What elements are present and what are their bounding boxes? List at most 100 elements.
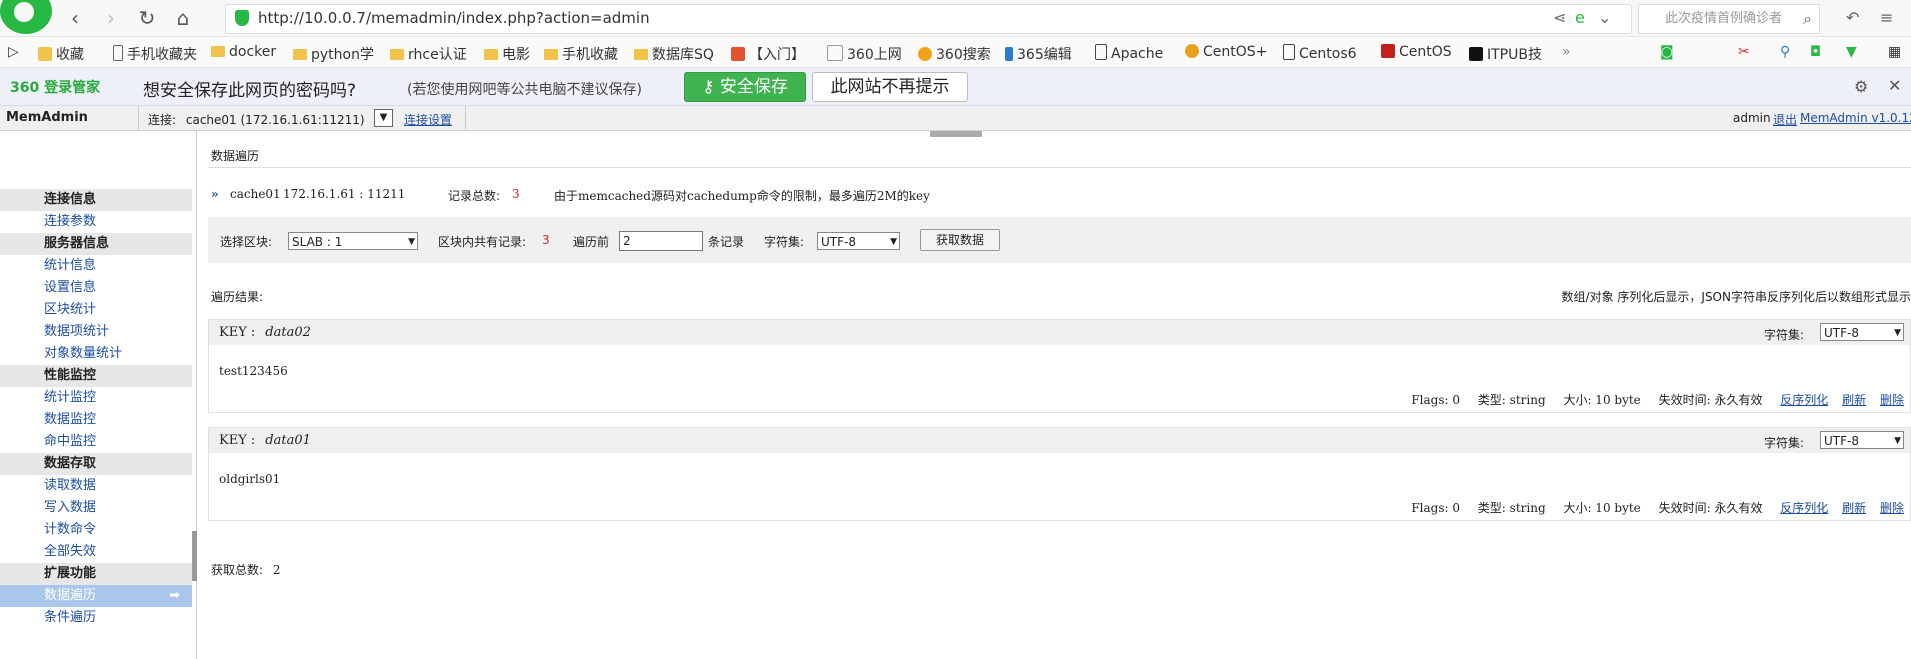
sidebar-item-flush-all[interactable]: 全部失效 <box>0 541 192 563</box>
sidebar-item-slab-stats[interactable]: 区块统计 <box>0 299 192 321</box>
main-panel: 数据遍历 » cache01 172.16.1.61 : 11211 记录总数:… <box>198 131 1911 659</box>
reload-icon[interactable]: ↻ <box>134 6 160 30</box>
shield-check-icon[interactable]: ▼ <box>1846 44 1857 60</box>
key-charset-select[interactable]: UTF-8 ▼ <box>1820 431 1904 449</box>
site-icon <box>731 47 745 61</box>
folder-icon <box>390 49 404 60</box>
sidebar-item-read-data[interactable]: 读取数据 <box>0 475 192 497</box>
site-icon <box>1283 44 1295 60</box>
key-card-header: KEY : data01 字符集: UTF-8 ▼ <box>209 428 1910 453</box>
folder-icon <box>544 49 558 60</box>
key-value: test123456 <box>219 364 288 378</box>
magnifier-icon[interactable]: ⚲ <box>1780 44 1790 60</box>
key-type: 类型: string <box>1477 501 1546 515</box>
browser-logo-icon[interactable] <box>0 0 52 34</box>
version-link[interactable]: MemAdmin v1.0.12 <box>1800 111 1911 125</box>
key-charset-label: 字符集: <box>1763 436 1804 450</box>
home-icon[interactable]: ⌂ <box>170 6 196 30</box>
undo-icon[interactable]: ↶ <box>1846 8 1859 27</box>
sidebar-item-data-monitor[interactable]: 数据监控 <box>0 409 192 431</box>
bookmark-folder[interactable]: 数据库SQ <box>634 44 714 64</box>
search-icon[interactable]: ⌕ <box>1803 9 1812 29</box>
refresh-link[interactable]: 刷新 <box>1842 393 1866 407</box>
bookmark-item[interactable]: Centos6 <box>1283 44 1357 62</box>
sidebar-toggle-icon[interactable]: ▷ <box>8 44 19 60</box>
chevron-down-icon: ▼ <box>890 237 897 247</box>
secure-shield-icon <box>235 10 249 26</box>
fetched-total-count: 2 <box>272 563 281 577</box>
search-placeholder: 此次疫情首例确诊者 <box>1665 11 1783 26</box>
key-charset-select[interactable]: UTF-8 ▼ <box>1820 323 1904 341</box>
unserialize-link[interactable]: 反序列化 <box>1780 393 1828 407</box>
scissors-icon[interactable]: ✂ <box>1738 44 1750 60</box>
sidebar-item-hit-monitor[interactable]: 命中监控 <box>0 431 192 453</box>
bookmark-folder[interactable]: 手机收藏 <box>544 44 618 64</box>
chevron-down-icon[interactable]: ⌄ <box>1598 8 1611 27</box>
sidebar-item-stat-monitor[interactable]: 统计监控 <box>0 387 192 409</box>
traverse-count-input[interactable]: 2 <box>619 231 703 251</box>
bookmark-folder[interactable]: 电影 <box>484 44 530 64</box>
key-meta: Flags: 0 类型: string 大小: 10 byte 失效时间: 永久… <box>1397 391 1904 408</box>
sidebar-item-data-traverse[interactable]: 数据遍历 ➡ <box>0 585 192 607</box>
traverse-first-label: 遍历前 <box>573 235 610 249</box>
ie-mode-icon[interactable]: e <box>1575 8 1585 27</box>
connection-settings-link[interactable]: 连接设置 <box>404 111 452 128</box>
sidebar-item-settings[interactable]: 设置信息 <box>0 277 192 299</box>
chevron-down-icon: ▼ <box>408 237 415 247</box>
refresh-link[interactable]: 刷新 <box>1842 501 1866 515</box>
bookmark-folder[interactable]: docker <box>211 44 276 60</box>
fetch-data-button[interactable]: 获取数据 <box>920 229 1000 251</box>
game-icon[interactable]: ◘ <box>1810 44 1821 60</box>
bookmark-item[interactable]: 收藏 <box>38 44 84 64</box>
sidebar-section-title: 扩展功能 <box>0 563 192 585</box>
chat-icon[interactable]: ◙ <box>1660 44 1674 60</box>
records-total-count: 3 <box>512 187 520 201</box>
search-box[interactable]: 此次疫情首例确诊者 <box>1638 4 1820 34</box>
never-show-button[interactable]: 此网站不再提示 <box>812 72 968 102</box>
server-name: cache01 <box>230 187 281 201</box>
app-header: MemAdmin 连接: cache01 (172.16.1.61:11211)… <box>0 106 1911 131</box>
back-icon[interactable]: ‹ <box>62 6 88 30</box>
forward-icon[interactable]: › <box>98 6 124 30</box>
bookmark-item[interactable]: 365编辑 <box>1005 44 1072 64</box>
sidebar-item-write-data[interactable]: 写入数据 <box>0 497 192 519</box>
close-icon[interactable]: ✕ <box>1888 76 1901 95</box>
sidebar-item-counter[interactable]: 计数命令 <box>0 519 192 541</box>
bookmark-item[interactable]: 360上网 <box>827 44 902 64</box>
page-icon <box>827 45 843 61</box>
sidebar-item-conditional-traverse[interactable]: 条件遍历 <box>0 607 192 629</box>
safe-save-button[interactable]: ⚷ 安全保存 <box>684 72 806 102</box>
sidebar-item-object-count[interactable]: 对象数量统计 <box>0 343 192 365</box>
sidebar-scrollbar[interactable] <box>192 531 197 581</box>
double-chevron-icon: » <box>211 187 219 201</box>
gear-icon[interactable]: ⚙ <box>1854 77 1868 96</box>
sidebar-item-connection-params[interactable]: 连接参数 <box>0 211 192 233</box>
bookmark-item[interactable]: CentOS <box>1381 44 1452 60</box>
bookmark-item[interactable]: 【入门】 <box>731 44 805 64</box>
bookmarks-overflow[interactable]: » <box>1562 44 1571 60</box>
login-manager-logo: 360 登录管家 <box>10 80 101 96</box>
bookmark-item[interactable]: 手机收藏夹 <box>113 44 197 64</box>
menu-icon[interactable]: ≡ <box>1880 8 1893 27</box>
bookmark-folder[interactable]: rhce认证 <box>390 44 467 64</box>
bookmark-folder[interactable]: python学 <box>293 44 374 64</box>
divider <box>465 106 466 130</box>
unserialize-link[interactable]: 反序列化 <box>1780 501 1828 515</box>
sidebar-item-stats[interactable]: 统计信息 <box>0 255 192 277</box>
sidebar-item-item-stats[interactable]: 数据项统计 <box>0 321 192 343</box>
bookmark-item[interactable]: Apache <box>1095 44 1163 62</box>
slab-select[interactable]: SLAB : 1 ▼ <box>288 232 418 250</box>
delete-link[interactable]: 删除 <box>1880 501 1904 515</box>
bookmark-item[interactable]: 360搜索 <box>918 44 991 64</box>
bookmark-item[interactable]: ITPUB技 <box>1469 44 1542 64</box>
logout-link[interactable]: 退出 <box>1773 111 1797 128</box>
connection-info: 连接: cache01 (172.16.1.61:11211) <box>148 113 365 127</box>
connection-dropdown-button[interactable]: ▼ <box>374 109 393 127</box>
key-title: KEY : data01 <box>219 433 311 448</box>
delete-link[interactable]: 删除 <box>1880 393 1904 407</box>
bookmark-item[interactable]: CentOS+ <box>1185 44 1267 60</box>
share-icon[interactable]: ⋖ <box>1553 8 1566 27</box>
grid-icon[interactable]: ▦ <box>1888 44 1901 60</box>
save-password-question: 想安全保存此网页的密码吗? <box>143 81 357 101</box>
charset-select[interactable]: UTF-8 ▼ <box>817 232 900 250</box>
